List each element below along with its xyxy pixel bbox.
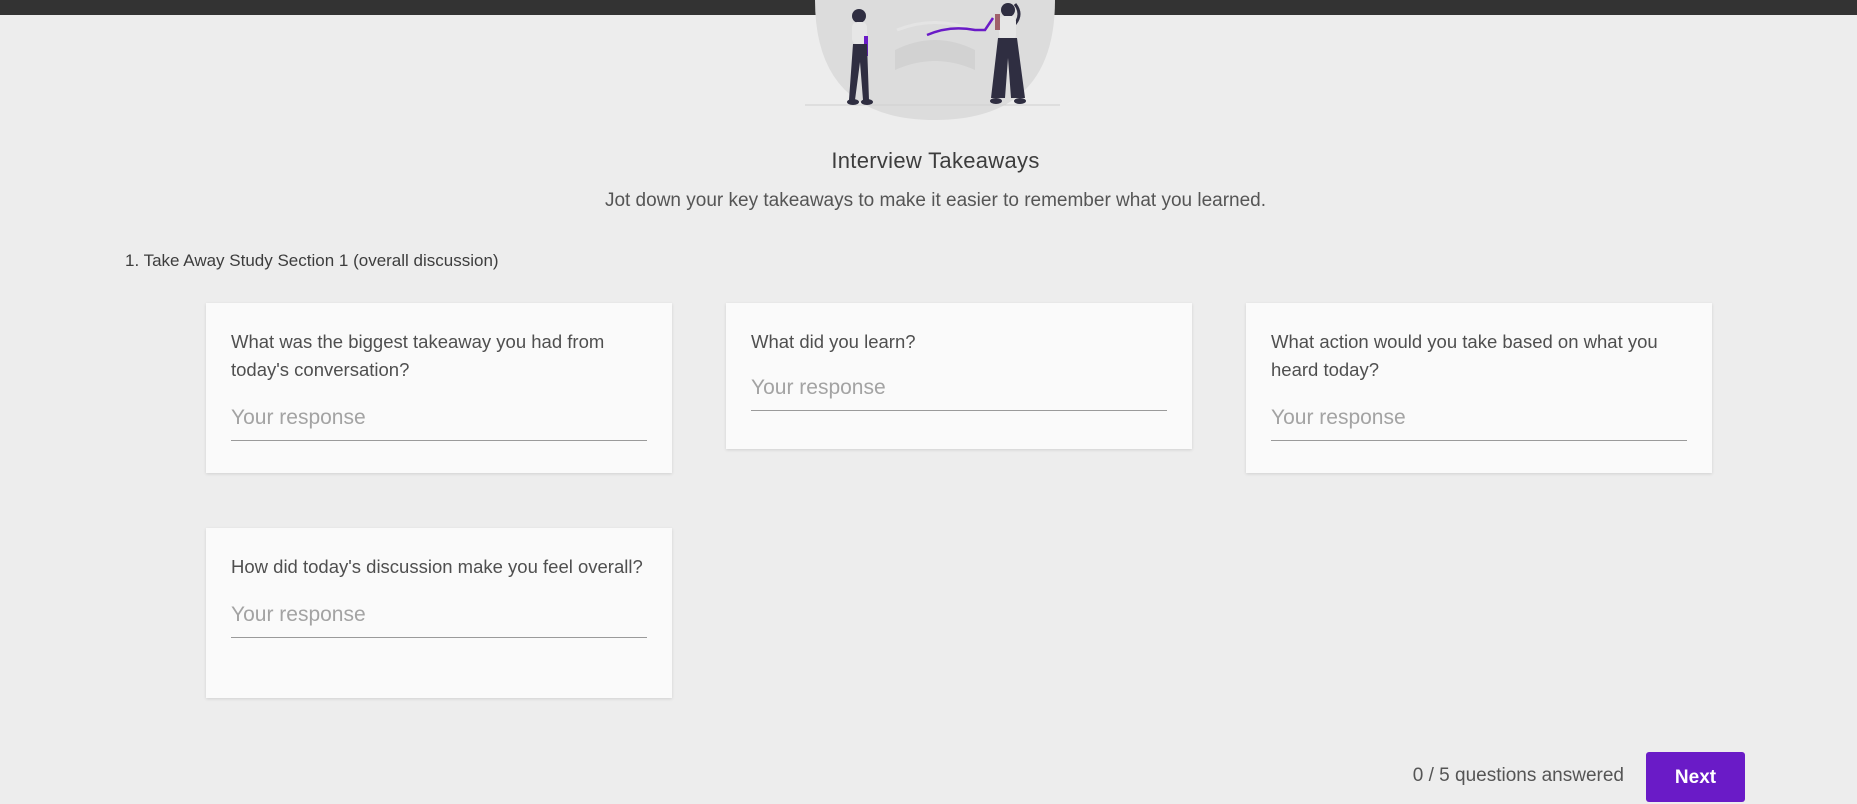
people-reading-illustration	[805, 0, 1060, 120]
page-subtitle: Jot down your key takeaways to make it e…	[604, 190, 1267, 211]
question-card: What was the biggest takeaway you had fr…	[206, 303, 672, 473]
question-card: What action would you take based on what…	[1246, 303, 1712, 473]
question-text: What did you learn?	[751, 331, 916, 352]
question-card: How did today's discussion make you feel…	[206, 528, 672, 698]
response-input[interactable]	[1271, 400, 1687, 441]
section-heading: 1. Take Away Study Section 1 (overall di…	[125, 251, 499, 270]
question-card: What did you learn?	[726, 303, 1192, 449]
question-text: What action would you take based on what…	[1271, 331, 1658, 380]
question-text: How did today's discussion make you feel…	[231, 556, 643, 577]
response-input[interactable]	[231, 597, 647, 638]
page-title: Interview Takeaways	[831, 148, 1040, 173]
question-text: What was the biggest takeaway you had fr…	[231, 331, 605, 380]
response-input[interactable]	[231, 400, 647, 441]
response-input[interactable]	[751, 370, 1167, 411]
questions-answered-counter: 0 / 5 questions answered	[1412, 765, 1624, 786]
